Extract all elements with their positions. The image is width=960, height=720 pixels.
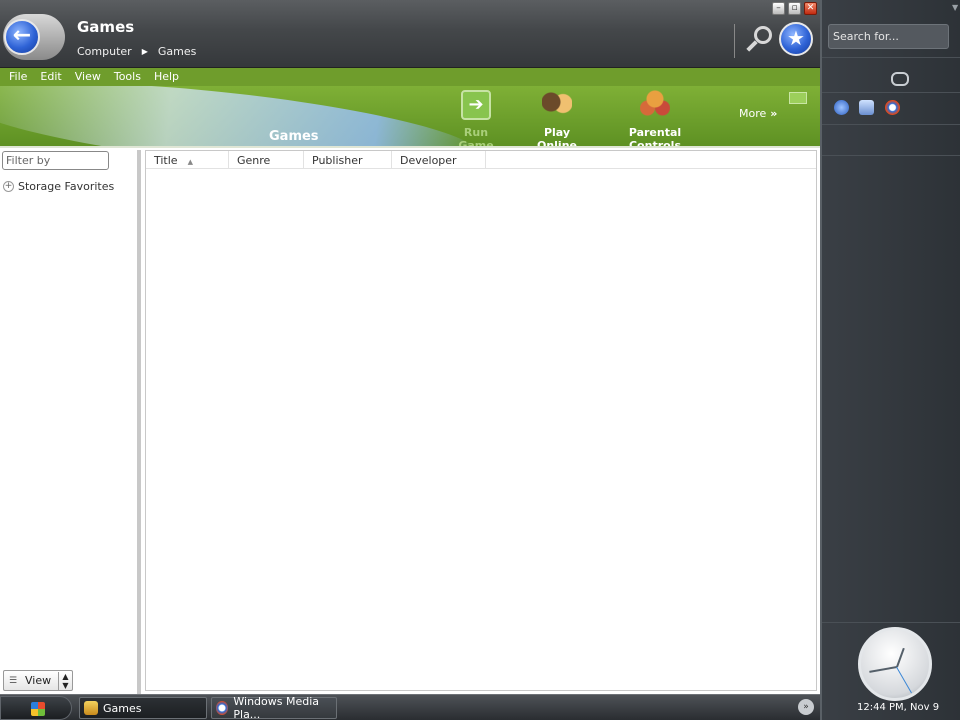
search-handle [746,40,758,52]
tree-item-storage-favorites[interactable]: + Storage Favorites [3,180,114,193]
view-button[interactable]: ☰ View ▲ ▼ [3,670,73,691]
banner-swoosh [0,86,483,146]
menu-bar: File Edit View Tools Help [0,68,820,86]
menu-edit[interactable]: Edit [31,68,61,86]
menu-view[interactable]: View [66,68,101,86]
sidebar-divider [822,124,960,125]
windows-logo-icon [31,702,45,716]
column-developer[interactable]: Developer [392,151,486,169]
column-title[interactable]: Title ▲ [146,151,229,169]
sidebar-divider [822,57,960,58]
maximize-button[interactable]: ▫ [788,2,801,15]
double-chevron-icon: » [770,107,778,120]
updown-arrows-icon[interactable]: ▲ ▼ [58,671,72,690]
gadget-slideshow-icon[interactable] [859,100,874,115]
breadcrumb: Computer ▶ Games [77,45,196,58]
column-publisher[interactable]: Publisher [304,151,392,169]
taskbar-wmp-label: Windows Media Pla... [233,695,320,720]
clock-hour-hand [896,647,905,668]
taskbar-item-media-player[interactable]: Windows Media Pla... [211,695,337,720]
pane-toggle-icon[interactable] [789,92,807,104]
clock-gadget[interactable] [858,627,932,701]
sidebar-divider [822,155,960,156]
column-title-label: Title [154,154,178,167]
chat-icon[interactable] [891,72,909,86]
parental-controls-label: Parental Controls [628,126,682,148]
gadget-feeds-icon[interactable] [834,100,849,115]
clock-time-label: 12:44 PM, Nov 9 [857,702,940,713]
parental-controls-button[interactable]: Parental Controls [607,90,703,148]
more-button[interactable]: More» [739,107,777,120]
tree-item-label: Storage Favorites [18,180,115,193]
column-headers: Title ▲ Genre Publisher Developer [146,151,816,169]
view-list-icon: ☰ [9,675,18,686]
sidebar-search-input[interactable]: Search for... [828,24,949,49]
clock-minute-hand [869,666,898,673]
menu-file[interactable]: File [0,68,27,86]
run-arrow-icon: ➔ [461,90,491,120]
games-banner: Games ➔ Run Game Play Online Parental Co… [0,86,820,148]
title-divider [734,24,735,58]
run-game-label: Run Game [458,126,494,148]
media-player-icon [216,701,229,715]
play-online-label: Play Online [536,126,577,148]
games-folder-icon [84,701,98,715]
back-arrow-icon[interactable]: ← [4,19,40,55]
breadcrumb-games[interactable]: Games [158,45,196,58]
menu-help[interactable]: Help [145,68,179,86]
banner-title: Games [269,129,319,144]
expand-icon[interactable]: + [3,181,14,192]
sidebar-menu-arrow-icon[interactable]: ▼ [952,3,958,12]
filter-input[interactable] [2,151,109,170]
breadcrumb-computer[interactable]: Computer [77,45,132,58]
people-icon [542,90,572,120]
taskbar: Games Windows Media Pla... » [0,694,820,720]
clock-second-hand [896,666,912,694]
taskbar-games-label: Games [103,701,142,715]
search-icon[interactable] [744,24,774,54]
sidebar-divider [822,92,960,93]
title-bar: ← Games Computer ▶ Games ★ – ▫ ✕ [0,0,820,68]
close-button[interactable]: ✕ [804,2,817,15]
menu-tools[interactable]: Tools [105,68,141,86]
sidebar-divider [822,622,960,623]
navigation-pane: + Storage Favorites ☰ View ▲▼ [0,150,141,694]
explorer-window: ← Games Computer ▶ Games ★ – ▫ ✕ File Ed… [0,0,820,694]
taskbar-item-games[interactable]: Games [79,697,207,719]
window-title: Games [77,18,135,36]
start-button[interactable] [0,696,72,720]
minimize-button[interactable]: – [772,2,785,15]
more-label: More [739,107,767,120]
gadget-media-icon[interactable] [885,100,900,115]
chevron-right-icon[interactable]: ▶ [142,47,148,56]
run-game-button[interactable]: ➔ Run Game [446,90,506,148]
play-online-button[interactable]: Play Online [524,90,590,148]
sort-ascending-icon: ▲ [187,158,193,166]
sidebar: ▼ Search for... 12:44 PM, Nov 9 [820,0,960,720]
games-list[interactable]: Title ▲ Genre Publisher Developer [145,150,817,691]
view-label: View [25,674,52,687]
column-genre[interactable]: Genre [229,151,304,169]
star-icon[interactable]: ★ [779,22,813,56]
family-icon [640,90,670,120]
tray-expand-icon[interactable]: » [798,699,814,715]
